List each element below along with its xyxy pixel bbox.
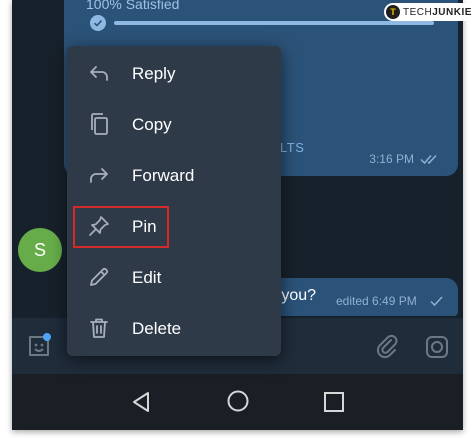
double-check-icon [420, 152, 440, 170]
menu-item-label: Delete [132, 319, 182, 338]
menu-item-edit[interactable]: Edit [67, 252, 281, 303]
android-navigation-bar [12, 374, 463, 430]
delete-icon [87, 316, 111, 340]
techjunkie-watermark: T TECHJUNKIE [384, 3, 474, 21]
menu-item-label: Reply [132, 64, 176, 83]
back-icon[interactable] [130, 390, 152, 419]
copy-icon [87, 112, 111, 136]
menu-item-label: Forward [132, 166, 195, 185]
poll-result-bar [114, 21, 434, 25]
check-icon [90, 15, 106, 31]
forward-icon [87, 163, 111, 187]
camera-icon[interactable] [424, 334, 450, 365]
menu-item-label: Edit [132, 268, 162, 287]
recents-icon[interactable] [323, 391, 345, 418]
menu-item-copy[interactable]: Copy [67, 99, 281, 150]
message-context-menu: Reply Copy Forward Pin Edit Delete [67, 46, 281, 356]
attach-icon[interactable] [374, 333, 400, 364]
menu-item-forward[interactable]: Forward [67, 150, 281, 201]
check-icon [430, 294, 444, 312]
phone-screen: 100% Satisfied LTS 3:16 PM S e you? edit… [12, 0, 463, 430]
view-results-label[interactable]: LTS [280, 140, 304, 155]
reply-icon [87, 61, 111, 85]
menu-item-reply[interactable]: Reply [67, 48, 281, 99]
menu-item-label: Copy [132, 115, 172, 134]
avatar[interactable]: S [18, 228, 62, 272]
edited-timestamp: edited 6:49 PM [336, 294, 417, 308]
edit-icon [87, 265, 111, 289]
poll-header: 100% Satisfied [86, 0, 180, 12]
techjunkie-logo-icon: T [386, 5, 400, 19]
home-icon[interactable] [226, 389, 250, 418]
message-time: 3:16 PM [369, 152, 414, 166]
watermark-text: TECHJUNKIE [403, 6, 472, 18]
notification-dot [43, 333, 51, 341]
menu-item-delete[interactable]: Delete [67, 303, 281, 354]
pin-highlight-box [73, 206, 169, 248]
